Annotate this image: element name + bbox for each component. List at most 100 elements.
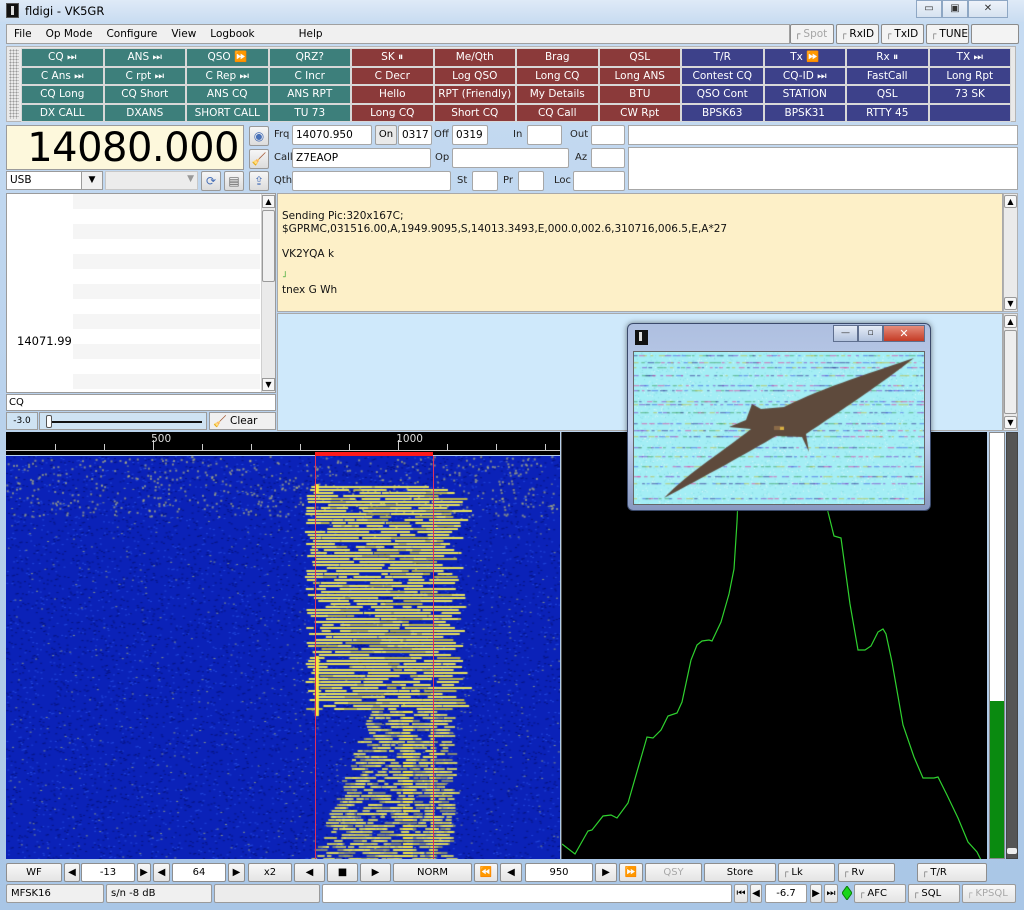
browser-search-input[interactable]: CQ — [6, 394, 276, 411]
macro-button[interactable]: Long CQ — [516, 66, 599, 85]
carrier-frequency-field[interactable]: 950 — [525, 863, 593, 882]
macro-button[interactable]: Hello — [351, 85, 434, 104]
menu-configure[interactable]: Configure — [99, 28, 164, 40]
drag-grip[interactable] — [9, 49, 19, 119]
book-icon[interactable]: ▤ — [224, 171, 244, 191]
fast-forward-icon[interactable]: ⏩ — [619, 863, 643, 882]
signal-browser[interactable]: 14071.99 ▲ ▼ — [6, 193, 276, 393]
macro-button[interactable]: QSO ⏩ — [186, 48, 269, 67]
menu-file[interactable]: File — [7, 28, 39, 40]
browser-row[interactable] — [73, 284, 260, 299]
browser-row[interactable] — [73, 329, 260, 344]
scroll-thumb[interactable] — [1004, 330, 1017, 414]
afc-fast-left-icon[interactable]: ⏮ — [734, 884, 748, 903]
afc-right-icon[interactable]: ▶ — [810, 884, 822, 903]
macro-button[interactable]: Contest CQ — [681, 66, 764, 85]
macro-button[interactable]: C Decr — [351, 66, 434, 85]
ref-level-field[interactable]: -13 — [81, 863, 135, 882]
macro-button[interactable]: QSO Cont — [681, 85, 764, 104]
squelch-slider[interactable] — [39, 412, 207, 430]
macro-button[interactable]: QSL — [598, 48, 681, 67]
scroll-up-icon[interactable]: ▲ — [262, 195, 275, 208]
chevron-down-icon[interactable]: ▼ — [187, 174, 194, 184]
scroll-down-icon[interactable]: ▼ — [262, 378, 275, 391]
macro-button[interactable]: QSL — [846, 85, 929, 104]
wf-mode-button[interactable]: WF — [6, 863, 62, 882]
lock-toggle[interactable]: ┌ Lk — [778, 863, 835, 882]
step-left-icon[interactable]: ◀ — [500, 863, 522, 882]
macro-button[interactable]: Long Rpt — [928, 66, 1011, 85]
waterfall-scale[interactable]: 500 1000 — [6, 432, 560, 455]
province-field[interactable] — [518, 171, 544, 191]
wf-pause-button[interactable]: ■ — [327, 863, 358, 882]
browser-row[interactable] — [73, 314, 260, 329]
macro-button[interactable]: Long ANS — [598, 66, 681, 85]
macro-button[interactable]: STATION — [763, 85, 846, 104]
step-right-icon[interactable]: ▶ — [595, 863, 617, 882]
macro-button[interactable]: CQ Long — [21, 85, 104, 104]
macro-button[interactable]: Rx ⏸ — [846, 48, 929, 67]
browser-scrollbar[interactable]: ▲ ▼ — [261, 194, 275, 392]
broom-icon[interactable]: 🧹 — [249, 149, 269, 169]
macro-button[interactable]: ANS RPT — [268, 85, 351, 104]
frq-field[interactable]: 14070.950 — [292, 125, 372, 145]
macro-button[interactable]: ANS CQ — [186, 85, 269, 104]
macro-button[interactable]: DXANS — [103, 103, 186, 122]
macro-button[interactable]: Me/Qth — [433, 48, 516, 67]
menu-op-mode[interactable]: Op Mode — [39, 28, 100, 40]
tune-toggle[interactable]: ┌ TUNE — [926, 24, 969, 44]
slider-handle[interactable] — [1007, 848, 1017, 854]
spot-toggle[interactable]: ┌ Spot — [790, 24, 834, 44]
afc-toggle[interactable]: ┌ AFC — [854, 884, 906, 903]
macro-button[interactable]: Brag — [516, 48, 599, 67]
browser-row[interactable] — [73, 359, 260, 374]
rst-out-field[interactable] — [591, 125, 625, 145]
ref-decrease-button[interactable]: ◀ — [64, 863, 80, 882]
macro-button[interactable]: BPSK31 — [763, 103, 846, 122]
on-time-button[interactable]: On — [375, 125, 397, 145]
macro-button[interactable]: RPT (Friendly) — [433, 85, 516, 104]
rxid-toggle[interactable]: ┌ RxID — [836, 24, 879, 44]
browser-row[interactable] — [73, 344, 260, 359]
fast-rewind-icon[interactable]: ⏪ — [474, 863, 498, 882]
macro-button[interactable]: SHORT CALL — [186, 103, 269, 122]
rst-in-field[interactable] — [527, 125, 562, 145]
clear-button[interactable]: 🧹 Clear — [209, 412, 276, 430]
minimize-button[interactable]: — — [833, 325, 858, 342]
tr-toggle[interactable]: ┌ T/R — [917, 863, 987, 882]
qsy-button[interactable]: QSY — [645, 863, 702, 882]
range-field[interactable]: 64 — [172, 863, 226, 882]
macro-button[interactable]: ANS ⏭ — [103, 48, 186, 67]
kpsql-toggle[interactable]: ┌ KPSQL — [962, 884, 1016, 903]
macro-button[interactable]: CQ Short — [103, 85, 186, 104]
macro-button[interactable]: C rpt ⏭ — [103, 66, 186, 85]
macro-button[interactable]: Tx ⏩ — [763, 48, 846, 67]
macro-button[interactable]: SK ⏸ — [351, 48, 434, 67]
name-field[interactable] — [628, 125, 1018, 145]
maximize-button[interactable]: ▫ — [858, 325, 883, 342]
scroll-thumb[interactable] — [262, 210, 275, 282]
afc-left-icon[interactable]: ◀ — [750, 884, 762, 903]
on-time-field[interactable]: 0317 — [398, 125, 432, 145]
spare-toggle[interactable] — [971, 24, 1019, 44]
macro-button[interactable]: CQ ⏭ — [21, 48, 104, 67]
macro-button[interactable]: Long CQ — [351, 103, 434, 122]
macro-button[interactable]: CQ-ID ⏭ — [763, 66, 846, 85]
tx-scrollbar[interactable]: ▲ ▼ — [1003, 313, 1018, 431]
op-field[interactable] — [452, 148, 569, 168]
browser-row[interactable] — [73, 209, 260, 224]
waterfall-canvas[interactable] — [6, 456, 560, 859]
macro-button[interactable]: QRZ? — [268, 48, 351, 67]
rx-scrollbar[interactable]: ▲ ▼ — [1003, 193, 1018, 312]
scroll-up-icon[interactable]: ▲ — [1004, 315, 1017, 328]
macro-button[interactable]: T/R — [681, 48, 764, 67]
close-button[interactable]: ✕ — [968, 0, 1008, 18]
browser-row[interactable] — [73, 239, 260, 254]
mode-status[interactable]: MFSK16 — [6, 884, 104, 903]
range-decrease-button[interactable]: ◀ — [153, 863, 170, 882]
browser-row[interactable] — [73, 374, 260, 389]
notes-field[interactable] — [628, 147, 1018, 190]
macro-button[interactable]: BPSK63 — [681, 103, 764, 122]
macro-button[interactable]: DX CALL — [21, 103, 104, 122]
browser-row[interactable] — [73, 224, 260, 239]
